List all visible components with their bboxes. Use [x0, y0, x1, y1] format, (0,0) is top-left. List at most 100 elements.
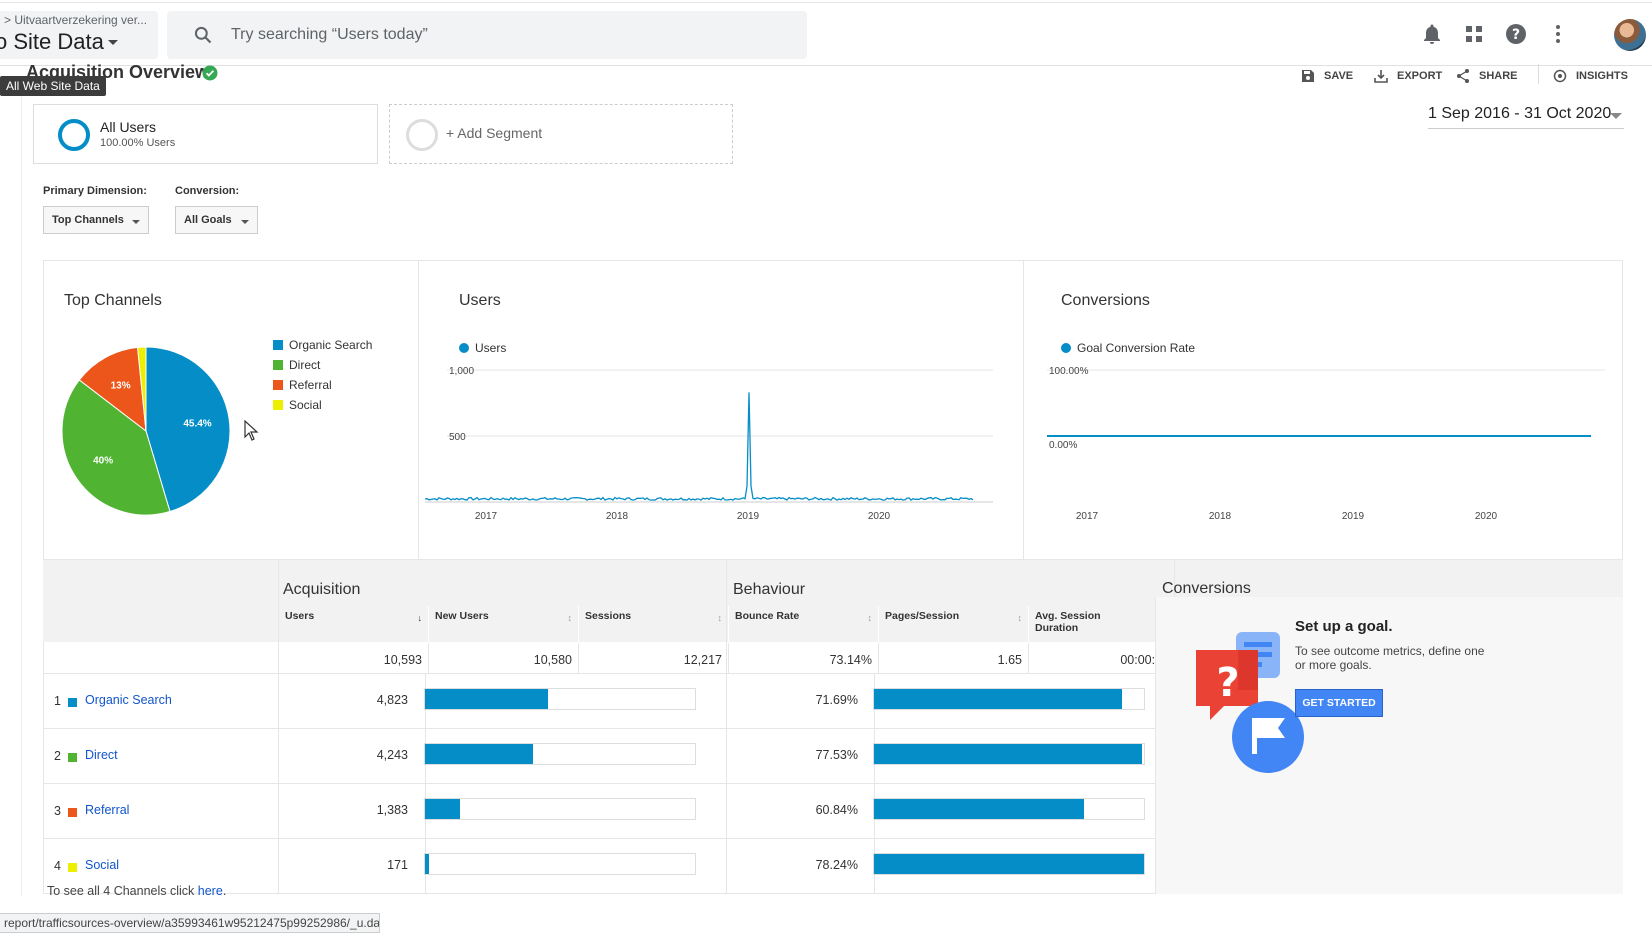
- legend-referral[interactable]: Referral: [273, 378, 332, 392]
- channel-link[interactable]: Social: [85, 858, 119, 872]
- chevron-down-icon: [241, 220, 249, 224]
- top-channels-pie[interactable]: 45.4% 40% 13%: [60, 345, 232, 517]
- row-index: 2: [54, 749, 61, 763]
- footer-note: To see all 4 Channels click here.: [47, 884, 226, 898]
- save-button[interactable]: SAVE: [1300, 66, 1353, 86]
- legend-swatch: [273, 400, 283, 410]
- row-bounce-rate: 78.24%: [815, 858, 858, 872]
- legend-dot: [459, 343, 469, 353]
- see-all-channels-link[interactable]: here: [198, 884, 223, 898]
- search-box[interactable]: [167, 11, 807, 59]
- conversions-line-chart[interactable]: 100.00% 0.00% 2017 2018 2019 2020: [1027, 360, 1607, 520]
- bounce-rate-bar-fill: [874, 799, 1085, 819]
- sort-icon: ↕: [1017, 613, 1023, 623]
- export-icon: [1374, 70, 1388, 83]
- col-label: Users: [285, 610, 315, 622]
- search-input[interactable]: [231, 21, 791, 49]
- col-sessions[interactable]: Sessions ↕: [578, 606, 728, 642]
- total-new-users: 10,580: [428, 643, 578, 673]
- col-bounce-rate[interactable]: Bounce Rate ↕: [728, 606, 878, 642]
- top-channels-title: Top Channels: [64, 292, 162, 309]
- col-pages-session[interactable]: Pages/Session ↕: [878, 606, 1028, 642]
- action-separator: [1538, 64, 1539, 84]
- col-divider: [278, 560, 279, 894]
- users-series-line[interactable]: [425, 392, 974, 501]
- row-index: 4: [54, 859, 61, 873]
- get-started-button[interactable]: GET STARTED: [1295, 689, 1383, 717]
- col-avg-session-duration[interactable]: Avg. Session Duration↕: [1028, 606, 1175, 642]
- help-icon[interactable]: ?: [1504, 22, 1528, 46]
- x-tick-label: 2019: [737, 511, 760, 520]
- col-label: Bounce Rate: [735, 610, 800, 622]
- account-selector[interactable]: > Uitvaartverzekering ver... o Site Data: [0, 11, 158, 59]
- col-new-users[interactable]: New Users ↕: [428, 606, 578, 642]
- chevron-down-icon[interactable]: [1610, 113, 1622, 119]
- y-tick-label: 100.00%: [1049, 366, 1089, 377]
- legend-social[interactable]: Social: [273, 398, 322, 412]
- legend-organic-search[interactable]: Organic Search: [273, 338, 372, 352]
- bounce-rate-bar: [873, 798, 1145, 820]
- share-label: SHARE: [1479, 70, 1518, 82]
- bounce-rate-bar: [873, 743, 1145, 765]
- legend-goal-conversion-rate[interactable]: Goal Conversion Rate: [1061, 341, 1195, 355]
- total-bounce-rate: 73.14%: [728, 643, 878, 673]
- verified-check-icon: [202, 65, 218, 81]
- users-line-chart[interactable]: 1,000 500 2017 2018 2019 2020: [425, 360, 995, 520]
- legend-label: Organic Search: [289, 338, 373, 352]
- conversion-value: All Goals: [184, 214, 232, 226]
- top-bar: > Uitvaartverzekering ver... o Site Data…: [0, 0, 1652, 66]
- insights-label: INSIGHTS: [1576, 70, 1628, 82]
- insights-button[interactable]: INSIGHTS: [1552, 66, 1628, 86]
- channel-link[interactable]: Direct: [85, 748, 118, 762]
- segment-subtitle: 100.00% Users: [100, 137, 176, 149]
- sort-icon: ↕: [717, 613, 723, 623]
- primary-dimension-select[interactable]: Top Channels: [43, 206, 149, 234]
- add-segment-button[interactable]: + Add Segment: [389, 104, 733, 164]
- channel-link[interactable]: Organic Search: [85, 693, 172, 707]
- segment-title: All Users: [100, 119, 157, 135]
- row-color-swatch: [68, 863, 77, 872]
- col-label: Avg. Session Duration: [1035, 610, 1101, 634]
- segment-ring-icon: [58, 119, 90, 151]
- bounce-rate-bar-fill: [874, 854, 1144, 874]
- legend-label: Users: [475, 341, 507, 355]
- row-users: 1,383: [376, 803, 408, 817]
- row-bounce-rate: 77.53%: [815, 748, 858, 762]
- primary-dimension-value: Top Channels: [52, 214, 124, 226]
- avatar[interactable]: [1614, 19, 1646, 51]
- row-divider: [43, 728, 1173, 729]
- segment-all-users[interactable]: All Users 100.00% Users: [33, 104, 378, 164]
- users-share-bar: [424, 798, 696, 820]
- share-button[interactable]: SHARE: [1455, 66, 1518, 86]
- legend-swatch: [273, 340, 283, 350]
- left-rail: [0, 96, 22, 896]
- legend-direct[interactable]: Direct: [273, 358, 320, 372]
- more-vert-icon[interactable]: [1546, 22, 1570, 46]
- pie-label-referral: 13%: [111, 381, 131, 392]
- top-border: [0, 2, 1652, 3]
- save-label: SAVE: [1324, 70, 1354, 82]
- date-range-picker[interactable]: 1 Sep 2016 - 31 Oct 2020: [1428, 105, 1611, 123]
- col-users[interactable]: Users ↓: [278, 606, 428, 642]
- export-button[interactable]: EXPORT: [1373, 66, 1442, 86]
- apps-icon[interactable]: [1462, 22, 1486, 46]
- conversions-chart-title: Conversions: [1061, 292, 1150, 309]
- notifications-icon[interactable]: [1420, 22, 1444, 46]
- row-bounce-rate: 71.69%: [815, 693, 858, 707]
- total-avg-session: 00:00:52: [1028, 643, 1175, 673]
- legend-label: Referral: [289, 378, 332, 392]
- search-icon: [194, 26, 212, 44]
- row-divider: [43, 673, 1173, 674]
- col-divider: [726, 560, 727, 894]
- legend-users[interactable]: Users: [459, 341, 506, 355]
- legend-label: Goal Conversion Rate: [1077, 341, 1196, 355]
- svg-text:?: ?: [1512, 27, 1520, 43]
- conversion-select[interactable]: All Goals: [175, 206, 258, 234]
- chart-divider: [418, 260, 419, 560]
- x-tick-label: 2018: [1209, 511, 1232, 520]
- goal-title: Set up a goal.: [1295, 618, 1393, 635]
- channel-link[interactable]: Referral: [85, 803, 129, 817]
- mouse-cursor-icon: [244, 420, 259, 441]
- export-label: EXPORT: [1397, 70, 1443, 82]
- legend-swatch: [273, 380, 283, 390]
